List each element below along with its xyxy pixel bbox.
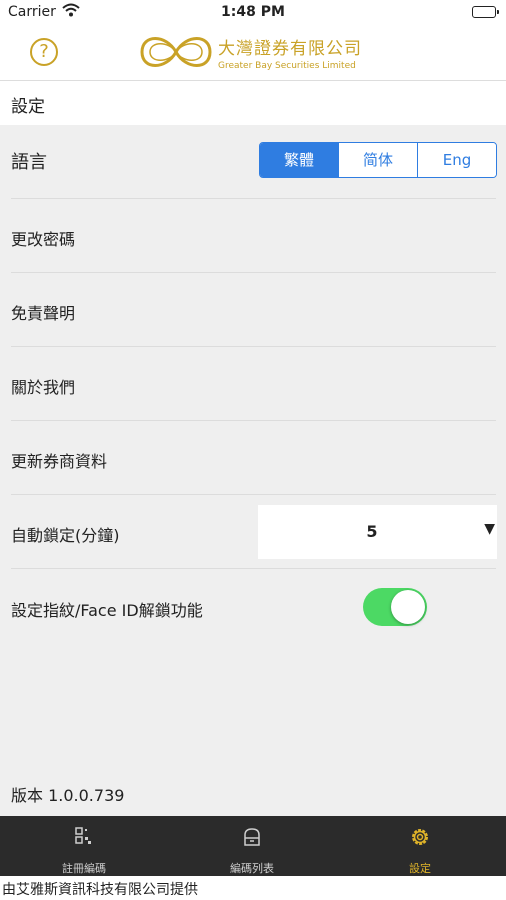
disclaimer-label: 免責聲明 bbox=[11, 304, 76, 323]
auto-lock-select[interactable]: 5 ▼ bbox=[258, 505, 497, 559]
qr-scan-icon bbox=[0, 826, 168, 850]
change-password-label: 更改密碼 bbox=[11, 230, 76, 249]
toggle-knob bbox=[391, 590, 425, 624]
change-password-row[interactable]: 更改密碼 bbox=[0, 199, 506, 273]
auto-lock-row: 自動鎖定(分鐘) 5 ▼ bbox=[0, 495, 506, 569]
language-option-traditional[interactable]: 繁體 bbox=[260, 143, 338, 177]
tab-code-list-label: 編碼列表 bbox=[230, 862, 274, 875]
biometric-row: 設定指紋/Face ID解鎖功能 bbox=[0, 569, 506, 643]
tab-code-list[interactable]: 編碼列表 bbox=[168, 816, 336, 876]
biometric-label: 設定指紋/Face ID解鎖功能 bbox=[11, 601, 203, 620]
language-option-english[interactable]: Eng bbox=[417, 143, 496, 177]
brand-name-en: Greater Bay Securities Limited bbox=[218, 61, 356, 71]
about-us-label: 關於我們 bbox=[11, 378, 76, 397]
dropdown-caret-icon: ▼ bbox=[484, 521, 495, 537]
brand-name: 大灣證券有限公司 Greater Bay Securities Limited bbox=[218, 34, 362, 71]
settings-list: 語言 繁體 简体 Eng 更改密碼 免責聲明 關於我們 更新券商資料 自動鎖定(… bbox=[0, 125, 506, 816]
gear-icon bbox=[336, 826, 504, 850]
update-broker-row[interactable]: 更新券商資料 bbox=[0, 421, 506, 495]
footer-provider-text: 由艾雅斯資訊科技有限公司提供 bbox=[2, 882, 198, 898]
biometric-toggle[interactable] bbox=[363, 588, 427, 626]
app-header: ? 大灣證券有限公司 Greater Bay Securities Limite… bbox=[0, 24, 506, 81]
auto-lock-value: 5 bbox=[366, 522, 378, 541]
help-icon: ? bbox=[39, 41, 49, 62]
language-option-simplified[interactable]: 简体 bbox=[338, 143, 417, 177]
title-bar: 設定 bbox=[0, 81, 506, 125]
about-us-row[interactable]: 關於我們 bbox=[0, 347, 506, 421]
tab-bar: 註冊編碼 編碼列表 設定 bbox=[0, 816, 506, 876]
status-time: 1:48 PM bbox=[221, 4, 285, 20]
tab-register-code[interactable]: 註冊編碼 bbox=[0, 816, 168, 876]
battery-icon bbox=[472, 6, 499, 18]
tab-settings[interactable]: 設定 bbox=[336, 816, 504, 876]
update-broker-label: 更新券商資料 bbox=[11, 452, 108, 471]
tab-register-code-label: 註冊編碼 bbox=[62, 862, 106, 875]
page-title: 設定 bbox=[11, 97, 45, 117]
status-bar: Carrier 1:48 PM bbox=[0, 0, 506, 24]
language-label: 語言 bbox=[11, 152, 47, 173]
language-segmented-control: 繁體 简体 Eng bbox=[259, 142, 497, 178]
version-label: 版本 1.0.0.739 bbox=[11, 786, 125, 805]
help-button[interactable]: ? bbox=[30, 38, 58, 66]
disclaimer-row[interactable]: 免責聲明 bbox=[0, 273, 506, 347]
tab-settings-label: 設定 bbox=[409, 862, 431, 875]
language-row: 語言 繁體 简体 Eng bbox=[0, 125, 506, 199]
brand-logo-icon bbox=[136, 28, 216, 80]
auto-lock-label: 自動鎖定(分鐘) bbox=[11, 526, 120, 545]
archive-box-icon bbox=[168, 826, 336, 850]
footer: 由艾雅斯資訊科技有限公司提供 bbox=[0, 876, 506, 900]
brand-name-zh: 大灣證券有限公司 bbox=[218, 39, 362, 59]
